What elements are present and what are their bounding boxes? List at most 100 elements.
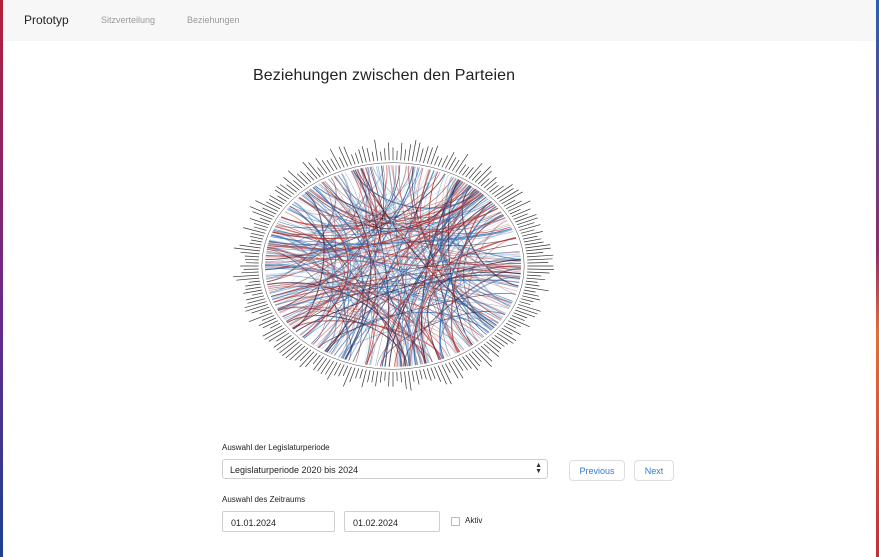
nav-link-beziehungen[interactable]: Beziehungen: [187, 15, 240, 25]
chord-node-label: [329, 148, 342, 169]
chord-node-label: [400, 142, 403, 161]
chord-node-label: [526, 277, 546, 281]
period-label: Auswahl der Legislaturperiode: [222, 443, 330, 452]
chord-node-label: [250, 232, 265, 237]
chord-node-label: [249, 242, 262, 246]
chord-node-label: [499, 330, 517, 341]
chord-node-label: [354, 152, 360, 164]
chord-node-label: [444, 152, 455, 169]
chord-node-label: [245, 286, 262, 290]
chord-node-label: [515, 309, 536, 318]
chord-node-label: [486, 341, 500, 353]
chord-node-label: [251, 239, 263, 243]
chord-node-label: [259, 309, 271, 315]
chord-node-label: [503, 325, 521, 336]
chord-node-label: [241, 271, 259, 274]
chord-node-label: [233, 247, 261, 252]
chord-node-label: [262, 207, 277, 215]
chord-node-label: [262, 320, 279, 329]
chord-node-label: [243, 227, 266, 234]
chord-node-label: [462, 356, 472, 369]
chord-node-label: [324, 360, 334, 375]
chord-node-label: [232, 274, 260, 278]
chord-node-label: [407, 371, 412, 391]
chord-node-label: [276, 332, 290, 342]
chord-node-label: [518, 304, 541, 312]
chord-node-label: [419, 369, 423, 380]
chord-node-label: [246, 295, 265, 301]
chord-node-label: [523, 289, 536, 293]
chord-node-label: [430, 367, 436, 379]
chord-node-label: [400, 371, 402, 383]
chord-node-label: [300, 171, 312, 183]
chord-node-label: [526, 252, 544, 255]
chord-node-label: [411, 370, 415, 382]
chord-node-label: [269, 195, 285, 205]
chord-node-label: [338, 146, 349, 167]
chord-node-label: [244, 258, 259, 261]
chord-node-label: [404, 149, 407, 161]
chord-node-label: [423, 146, 429, 163]
chord-node-label: [511, 208, 531, 217]
chord-node-label: [491, 337, 505, 347]
chord-node-label: [253, 223, 268, 228]
chord-node-label: [315, 158, 328, 175]
chord-node-label: [293, 180, 303, 189]
chord-node-label: [379, 371, 382, 383]
chord-node-label: [249, 218, 270, 226]
chord-node-label: [519, 224, 541, 231]
chord-node-label: [505, 200, 522, 210]
chord-node-label: [243, 289, 263, 294]
chord-node-label: [523, 238, 542, 243]
period-select[interactable]: Legislaturperiode 2020 bis 2024 ▲ ▼: [222, 459, 548, 479]
chord-node-label: [524, 286, 549, 292]
chord-node-label: [240, 251, 260, 255]
previous-button[interactable]: Previous: [569, 460, 625, 481]
chord-node-label: [448, 157, 457, 170]
date-from-input[interactable]: 01.01.2024: [222, 511, 335, 532]
chord-node-label: [374, 139, 379, 161]
active-checkbox-label: Aktiv: [465, 516, 483, 525]
chord-node-label: [321, 160, 331, 173]
chord-diagram: [204, 117, 582, 415]
chord-node-label: [426, 368, 432, 381]
chord-node-label: [351, 154, 356, 165]
chord-node-label: [483, 177, 497, 189]
active-checkbox[interactable]: [451, 517, 460, 526]
chord-node-label: [471, 351, 482, 363]
chord-node-label: [274, 189, 290, 200]
chord-node-label: [384, 371, 386, 381]
chord-node-label: [494, 335, 508, 345]
chord-node-label: [361, 369, 367, 388]
chord-node-label: [437, 157, 443, 167]
chord-node-label: [286, 184, 297, 193]
chord-node-label: [516, 306, 538, 315]
chord-node-label: [252, 211, 273, 220]
chord-node-label: [384, 148, 386, 161]
chord-node-label: [342, 365, 349, 376]
navbar-brand[interactable]: Prototyp: [24, 13, 69, 27]
date-to-input[interactable]: 01.02.2024: [344, 511, 440, 532]
chord-node-label: [276, 186, 292, 197]
next-button[interactable]: Next: [634, 460, 674, 481]
range-label: Auswahl des Zeitraums: [222, 495, 306, 504]
chord-node-label: [338, 157, 345, 168]
chord-node-label: [317, 357, 328, 372]
chord-node-label: [375, 371, 379, 387]
nav-link-sitzverteilung[interactable]: Sitzverteilung: [101, 15, 155, 25]
chord-node-label: [245, 283, 261, 287]
chord-node-label: [359, 369, 363, 379]
chord-node-label: [371, 151, 375, 162]
chord-node-label: [366, 147, 371, 162]
chord-node-label: [308, 162, 321, 178]
chord-node-label: [515, 214, 537, 223]
chord-node-label: [415, 142, 421, 162]
chord-node-label: [279, 184, 295, 195]
chord-node-label: [236, 277, 260, 281]
chord-node-label: [486, 181, 497, 191]
chord-node-label: [320, 359, 331, 374]
chord-node-label: [244, 301, 267, 309]
chord-node-label: [458, 357, 468, 371]
chord-node-label: [526, 254, 554, 258]
chord-node-label: [343, 146, 352, 166]
